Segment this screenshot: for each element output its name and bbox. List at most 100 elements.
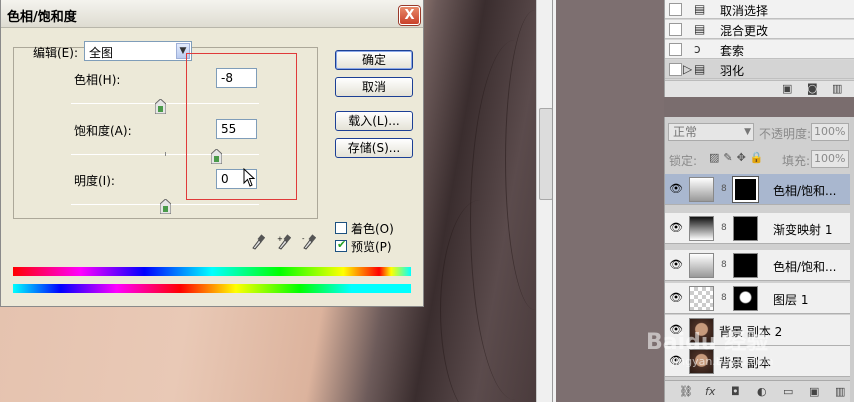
cancel-button[interactable]: 取消 — [335, 77, 413, 97]
adjustment-layer-icon[interactable]: ◐ — [757, 385, 767, 398]
layer-row[interactable]: 👁 8 渐变映射 1 — [665, 213, 854, 244]
edit-range-select[interactable]: 全图 ▼ — [84, 41, 192, 61]
history-snapshot-box[interactable] — [669, 23, 682, 36]
opacity-input[interactable]: 100% — [811, 123, 849, 141]
link-icon[interactable]: 8 — [721, 293, 727, 303]
adjustment-layer-thumbnail — [689, 177, 714, 202]
chevron-down-icon: ▼ — [744, 127, 751, 137]
history-snapshot-box[interactable] — [669, 43, 682, 56]
adjustment-layer-thumbnail — [689, 253, 714, 278]
preview-checkbox[interactable]: ✔ — [335, 238, 347, 252]
history-item[interactable]: ▤ 取消选择 — [665, 0, 854, 19]
camera-icon[interactable]: ◙ — [807, 82, 818, 95]
eyedropper-minus-icon[interactable]: - — [302, 234, 316, 250]
trash-icon[interactable]: ▥ — [835, 385, 845, 398]
eyedropper-icon[interactable] — [251, 234, 265, 250]
watermark-logo: Baidu 经验 — [646, 330, 769, 355]
output-color-bar — [13, 284, 411, 293]
svg-text:+: + — [277, 235, 283, 243]
document-icon: ▤ — [694, 2, 706, 16]
dialog-title: 色相/饱和度 — [7, 10, 77, 25]
close-button[interactable]: X — [399, 6, 420, 25]
eye-icon[interactable]: 👁 — [669, 291, 683, 304]
layers-scrollbar[interactable] — [850, 117, 854, 402]
history-snapshot-box[interactable] — [669, 63, 682, 76]
link-icon[interactable]: 8 — [721, 223, 727, 233]
layer-mask-thumbnail[interactable] — [732, 176, 759, 203]
fill-input[interactable]: 100% — [811, 150, 849, 168]
layer-name: 色相/饱和... — [773, 260, 837, 274]
input-color-bar — [13, 267, 411, 276]
layer-name: 色相/饱和... — [773, 184, 837, 198]
highlight-annotation-box — [186, 53, 297, 200]
history-item-current[interactable]: ▷ ▤ 羽化 — [665, 60, 854, 79]
blend-mode-select[interactable]: 正常 ▼ — [668, 123, 754, 141]
history-snapshot-box[interactable] — [669, 3, 682, 16]
layer-row[interactable]: 👁 8 色相/饱和... — [665, 174, 854, 205]
new-document-icon[interactable]: ▣ — [782, 82, 792, 95]
layer-mask-thumbnail[interactable] — [733, 216, 758, 241]
link-icon[interactable]: 8 — [721, 260, 727, 270]
history-item-label: 取消选择 — [720, 4, 769, 18]
eye-icon[interactable]: 👁 — [669, 221, 683, 234]
ok-button[interactable]: 确定 — [335, 50, 413, 70]
saturation-center-tick — [165, 152, 166, 156]
hue-slider-thumb[interactable] — [155, 99, 167, 114]
gradient-map-thumbnail — [689, 216, 714, 241]
divider — [552, 0, 553, 402]
history-item[interactable]: ↄ 套索 — [665, 40, 854, 59]
layer-mask-thumbnail[interactable] — [733, 286, 758, 311]
lightness-label: 明度(I): — [74, 174, 115, 188]
cursor-icon — [243, 168, 256, 187]
hue-label: 色相(H): — [74, 73, 121, 87]
edit-label: 编辑(E): — [33, 46, 78, 60]
dialog-titlebar[interactable]: 色相/饱和度 X — [1, 0, 423, 28]
layer-name: 渐变映射 1 — [773, 223, 833, 237]
lightness-slider-thumb[interactable] — [159, 199, 171, 214]
document-icon: ▤ — [694, 62, 706, 76]
canvas-vertical-scrollbar[interactable] — [536, 0, 556, 402]
colorize-checkbox[interactable] — [335, 222, 347, 234]
lasso-icon: ↄ — [694, 42, 701, 56]
fill-label: 填充: — [782, 154, 811, 168]
canvas-scroll-thumb[interactable] — [539, 108, 553, 200]
eyedropper-plus-icon[interactable]: + — [277, 234, 291, 250]
checkmark-icon: ✔ — [337, 238, 347, 251]
history-panel: ▤ 取消选择 ▤ 混合更改 ↄ 套索 ▷ ▤ 羽化 ▣ ◙ ▥ — [664, 0, 854, 97]
trash-icon[interactable]: ▥ — [832, 82, 842, 95]
save-button[interactable]: 存储(S)... — [335, 138, 413, 158]
layer-mask-thumbnail[interactable] — [733, 253, 758, 278]
history-item-label: 混合更改 — [720, 24, 769, 38]
saturation-label: 饱和度(A): — [74, 124, 132, 138]
opacity-label: 不透明度: — [759, 127, 812, 141]
eye-icon[interactable]: 👁 — [669, 258, 683, 271]
history-item[interactable]: ▤ 混合更改 — [665, 20, 854, 39]
history-item-label: 套索 — [720, 44, 745, 58]
folder-icon[interactable]: ▭ — [783, 385, 793, 398]
layer-row[interactable]: 👁 8 图层 1 — [665, 283, 854, 314]
transparent-layer-thumbnail — [689, 286, 714, 311]
fx-icon[interactable]: fx — [705, 385, 715, 398]
colorize-label[interactable]: 着色(O) — [351, 220, 394, 237]
hue-saturation-dialog: 色相/饱和度 X 编辑(E): 全图 ▼ 色相(H): -8 饱和度(A): 5… — [0, 0, 424, 307]
document-icon: ▤ — [694, 22, 706, 36]
layers-footer: ⛓ fx ◘ ◐ ▭ ▣ ▥ — [665, 380, 854, 402]
lock-options-icon[interactable]: ▨✎✥🔒 — [709, 151, 768, 164]
link-layers-icon[interactable]: ⛓ — [679, 385, 693, 398]
history-footer: ▣ ◙ ▥ — [665, 80, 854, 97]
blend-mode-value: 正常 — [673, 125, 698, 139]
add-mask-icon[interactable]: ◘ — [731, 385, 740, 398]
layer-row[interactable]: 👁 8 色相/饱和... — [665, 250, 854, 281]
svg-text:-: - — [302, 235, 305, 243]
lock-label: 锁定: — [669, 154, 698, 168]
new-layer-icon[interactable]: ▣ — [809, 385, 819, 398]
edit-range-value: 全图 — [89, 46, 114, 60]
watermark-url: jingyan.baidu.com — [672, 355, 774, 368]
layer-name: 图层 1 — [773, 293, 809, 307]
preview-label[interactable]: 预览(P) — [351, 238, 392, 255]
link-icon[interactable]: 8 — [721, 184, 727, 194]
history-state-marker-icon: ▷ — [683, 62, 693, 76]
load-button[interactable]: 载入(L)... — [335, 111, 413, 131]
history-item-label: 羽化 — [720, 64, 745, 78]
eye-icon[interactable]: 👁 — [669, 182, 683, 195]
